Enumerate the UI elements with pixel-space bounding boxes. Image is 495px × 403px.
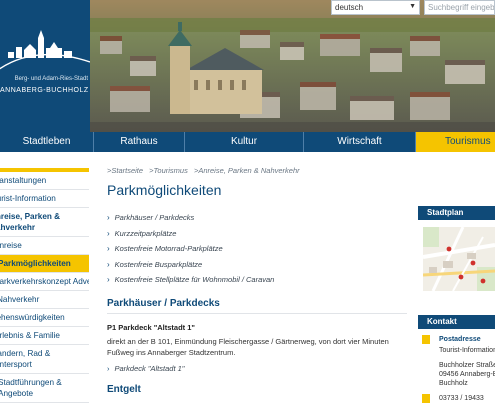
section-heading-parkhaeuser: Parkhäuser / Parkdecks bbox=[107, 298, 407, 314]
logo-tagline: Berg- und Adam-Ries-Stadt bbox=[14, 76, 88, 82]
entry-description: direkt an der B 101, Einmündung Fleische… bbox=[107, 336, 389, 357]
sidebar-item-parkmoeglichkeiten[interactable]: Parkmöglichkeiten bbox=[0, 255, 89, 273]
entry-link[interactable]: › Parkdeck "Altstadt 1" bbox=[107, 364, 407, 373]
chevron-right-icon: › bbox=[107, 275, 110, 284]
page-title: Parkmöglichkeiten bbox=[107, 182, 222, 198]
contact-city: 09456 Annaberg-Buchholz bbox=[439, 371, 495, 378]
sidebar-item-nahverkehr[interactable]: Nahverkehr bbox=[0, 291, 89, 309]
list-item[interactable]: › Parkhäuser / Parkdecks bbox=[107, 210, 407, 226]
sidebar-item-veranstaltungen[interactable]: Veranstaltungen bbox=[0, 172, 89, 190]
sidebar-item-tourist-information[interactable]: Tourist-Information bbox=[0, 190, 89, 208]
sidebar-item-erlebnis-familie[interactable]: Erlebnis & Familie bbox=[0, 327, 89, 345]
chevron-right-icon: › bbox=[107, 244, 110, 253]
language-select-value: deutsch bbox=[335, 3, 364, 12]
contact-phone-row[interactable]: 03733 / 19433 bbox=[420, 394, 495, 403]
sidebar-item-anreise-parken[interactable]: Anreise, Parken & Nahverkehr bbox=[0, 208, 89, 237]
chevron-right-icon: › bbox=[107, 363, 110, 373]
list-item[interactable]: › Kostenfreie Busparkplätze bbox=[107, 257, 407, 273]
breadcrumb-tourismus[interactable]: >Tourismus bbox=[149, 166, 188, 175]
chevron-down-icon: ▼ bbox=[409, 3, 416, 10]
contact-box: Postadresse Tourist-Information Buchholz… bbox=[420, 335, 495, 403]
sidebar: Veranstaltungen Tourist-Information Anre… bbox=[0, 168, 89, 403]
section-heading-entgelt: Entgelt bbox=[107, 383, 141, 395]
anchor-link-list: › Parkhäuser / Parkdecks › Kurzzeitparkplä… bbox=[107, 210, 407, 288]
contact-postal-row: Postadresse bbox=[420, 335, 495, 344]
list-item[interactable]: › Kostenfreie Motorrad-Parkplätze bbox=[107, 241, 407, 257]
nav-item-tourismus[interactable]: Tourismus bbox=[416, 132, 495, 152]
list-item[interactable]: › Kostenfreie Stellplätze für Wohnmobil /… bbox=[107, 272, 407, 288]
contact-box-title: Kontakt bbox=[418, 315, 495, 329]
phone-icon bbox=[422, 394, 430, 403]
contact-postal-label: Postadresse bbox=[439, 336, 481, 343]
contact-phone: 03733 / 19433 bbox=[439, 395, 484, 402]
city-logo[interactable]: Berg- und Adam-Ries-Stadt ANNABERG-BUCHH… bbox=[0, 0, 90, 132]
breadcrumb: >Startseite >Tourismus >Anreise, Parken … bbox=[107, 166, 407, 178]
nav-item-stadtleben[interactable]: Stadtleben bbox=[0, 132, 94, 152]
breadcrumb-anreise[interactable]: >Anreise, Parken & Nahverkehr bbox=[194, 166, 300, 175]
contact-org: Tourist-Information bbox=[439, 347, 495, 354]
logo-city-name: ANNABERG-BUCHHOLZ bbox=[0, 87, 89, 94]
sidebar-item-wandern-rad[interactable]: Wandern, Rad & Wintersport bbox=[0, 345, 89, 374]
chevron-right-icon: › bbox=[107, 228, 110, 238]
chevron-right-icon: › bbox=[107, 213, 110, 222]
sidebar-item-parkverkehrskonzept[interactable]: Parkverkehrskonzept Advent bbox=[0, 273, 89, 291]
map-box-title: Stadtplan bbox=[418, 206, 495, 220]
main-nav: Stadtleben Rathaus Kultur Wirtschaft Tou… bbox=[0, 132, 495, 152]
sidebar-item-sehenswuerdigkeiten[interactable]: Sehenswürdigkeiten bbox=[0, 309, 89, 327]
list-item[interactable]: › Kurzzeitparkplätze bbox=[107, 226, 407, 242]
contact-district: Buchholz bbox=[439, 380, 468, 387]
search-input[interactable]: Suchbegriff eingeben bbox=[424, 0, 495, 15]
nav-item-wirtschaft[interactable]: Wirtschaft bbox=[304, 132, 416, 152]
sidebar-item-anreise[interactable]: Anreise bbox=[0, 237, 89, 255]
town-aerial-photo bbox=[90, 0, 495, 132]
contact-street: Buchholzer Straße bbox=[439, 362, 495, 369]
breadcrumb-startseite[interactable]: >Startseite bbox=[107, 166, 143, 175]
main-content: >Startseite >Tourismus >Anreise, Parken … bbox=[107, 166, 407, 395]
mail-icon bbox=[422, 335, 430, 344]
nav-item-rathaus[interactable]: Rathaus bbox=[94, 132, 185, 152]
entry-title: P1 Parkdeck "Altstadt 1" bbox=[107, 322, 195, 332]
header: Berg- und Adam-Ries-Stadt ANNABERG-BUCHH… bbox=[0, 0, 495, 132]
church-skyline-icon bbox=[0, 30, 90, 70]
chevron-right-icon: › bbox=[107, 259, 110, 269]
language-select[interactable]: deutsch ▼ bbox=[331, 0, 420, 15]
sidebar-item-stadtfuehrungen[interactable]: Stadtführungen & Angebote bbox=[0, 374, 89, 403]
nav-item-kultur[interactable]: Kultur bbox=[185, 132, 304, 152]
city-map-thumbnail[interactable] bbox=[423, 227, 495, 291]
